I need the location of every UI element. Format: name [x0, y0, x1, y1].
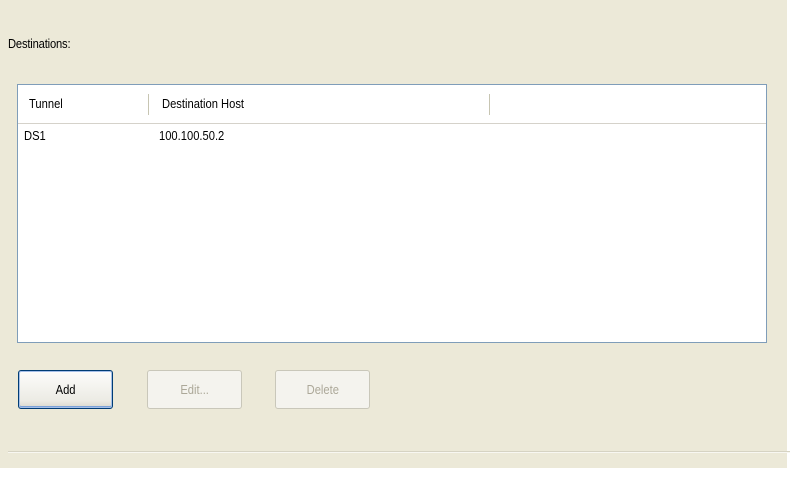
column-separator[interactable]	[148, 94, 150, 115]
list-header: Tunnel Destination Host	[18, 85, 766, 124]
column-separator[interactable]	[489, 94, 491, 115]
destinations-panel: Destinations: Tunnel Destination Host DS…	[0, 0, 790, 468]
column-header-empty[interactable]	[492, 85, 766, 123]
bottom-divider	[8, 451, 790, 453]
column-header-destination-host[interactable]: Destination Host	[151, 85, 490, 123]
delete-button[interactable]: Delete	[275, 370, 370, 409]
cell-tunnel: DS1	[24, 128, 46, 143]
column-header-tunnel[interactable]: Tunnel	[18, 85, 149, 123]
edit-button[interactable]: Edit...	[147, 370, 242, 409]
destinations-list[interactable]: Tunnel Destination Host DS1 100.100.50.2	[17, 84, 767, 343]
add-button[interactable]: Add	[18, 370, 113, 409]
cell-destination-host: 100.100.50.2	[159, 128, 225, 143]
list-body: DS1 100.100.50.2	[18, 124, 766, 148]
destinations-label: Destinations:	[8, 36, 71, 51]
destinations-label-text: Destinations:	[8, 36, 71, 51]
table-row[interactable]: DS1 100.100.50.2	[18, 124, 766, 148]
